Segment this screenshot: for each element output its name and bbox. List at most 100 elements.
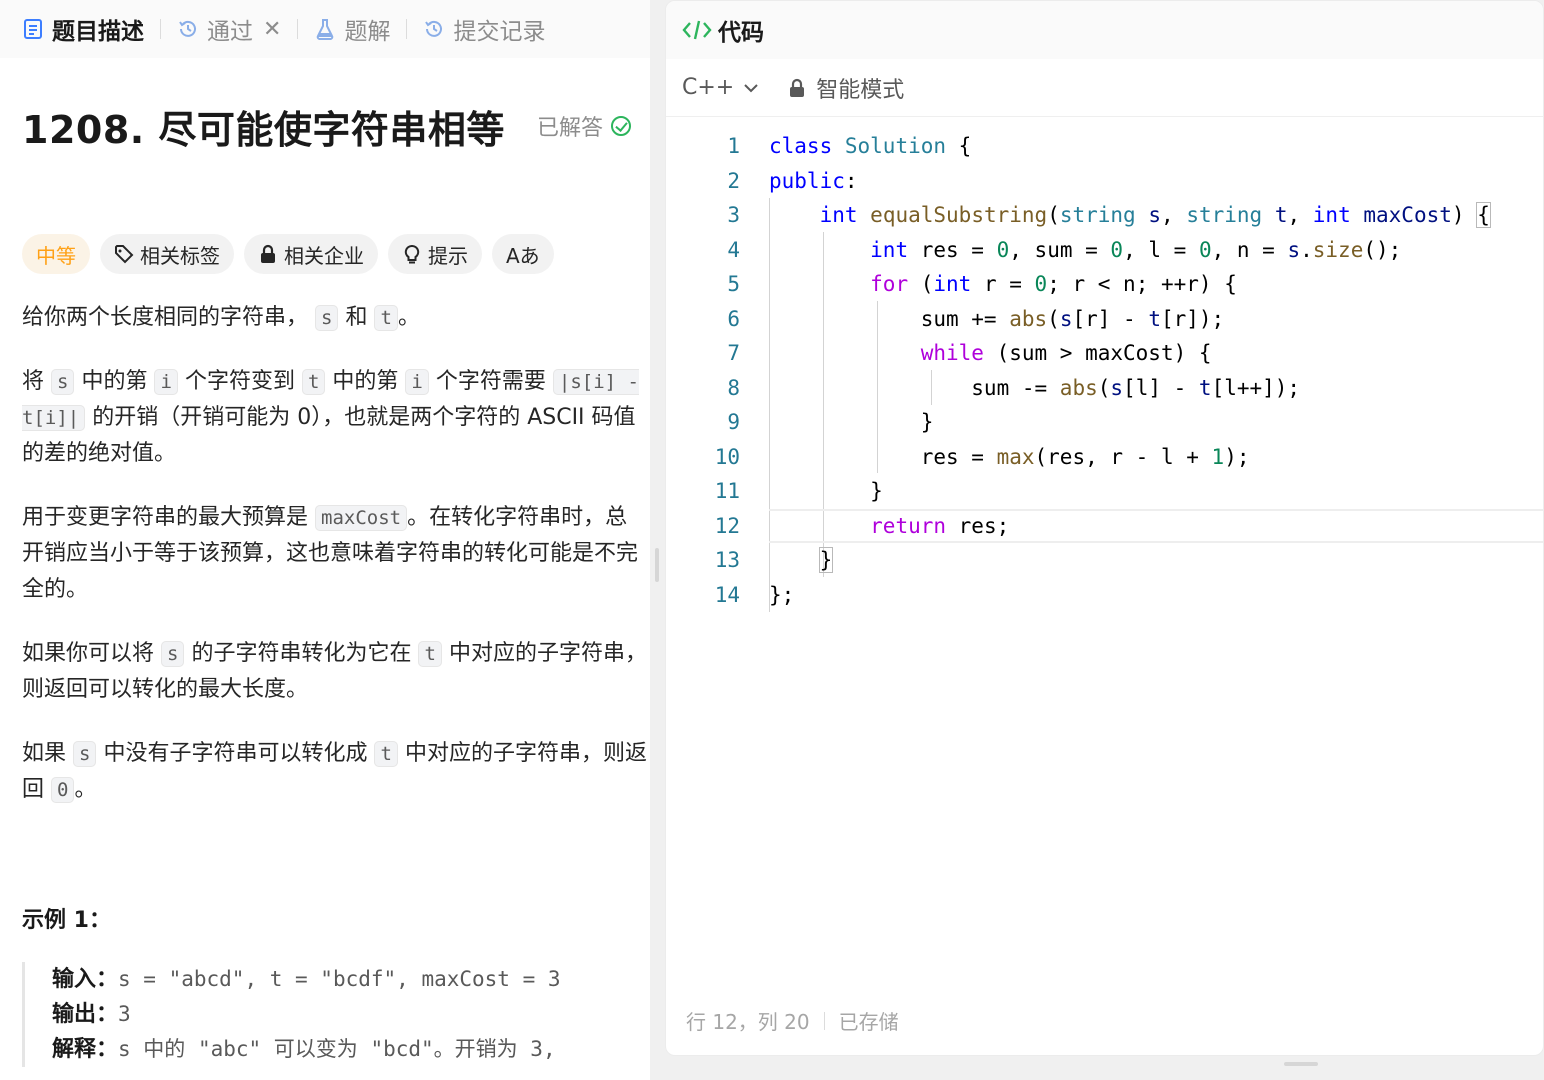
line-number: 12 (714, 513, 740, 538)
line-number: 13 (714, 548, 740, 572)
code-text: public: (769, 168, 858, 193)
code-panel-title: 代码 (718, 20, 764, 46)
line-number: 9 (727, 410, 740, 434)
chevron-down-icon (744, 83, 758, 92)
difficulty-badge: 中等 (22, 234, 90, 274)
language-select[interactable]: C++ (682, 75, 760, 100)
language-label: C++ (682, 75, 735, 100)
desc-text: 将 (22, 369, 45, 394)
tab-accepted-label: 通过 (207, 19, 253, 45)
code-text: res = max(res, r - l + 1); (769, 444, 1250, 469)
desc-text: 的子字符串转化为它在 (191, 641, 412, 666)
inline-code: t (374, 741, 398, 767)
tab-submissions[interactable]: 提交记录 (417, 0, 551, 58)
inline-code: t (301, 369, 326, 395)
inline-code: t (374, 305, 398, 331)
desc-text: 中没有子字符串可以转化成 (103, 741, 368, 766)
inline-code: maxCost (315, 505, 408, 531)
line-number: 6 (727, 306, 740, 331)
example-explain-row: 解释：s 中的 "abc" 可以变为 "bcd"。开销为 3, (52, 1032, 648, 1067)
lightbulb-icon (404, 244, 420, 264)
status-separator (823, 1011, 825, 1030)
code-line: 1 class Solution { (666, 129, 1543, 164)
code-text: int res = 0, sum = 0, l = 0, n = s.size(… (870, 237, 1402, 262)
line-number: 3 (727, 203, 740, 227)
desc-text: 用于变更字符串的最大预算是 (22, 505, 309, 530)
line-number: 7 (727, 341, 740, 365)
inline-code: s (161, 641, 185, 667)
inline-code: i (154, 369, 178, 395)
tag-icon (115, 245, 134, 264)
tab-accepted[interactable]: 通过 ✕ (171, 0, 287, 58)
smart-mode-toggle[interactable]: 智能模式 (788, 72, 904, 104)
tag-bar: 中等 相关标签 相关企业 提示 Aあ (22, 234, 554, 274)
problem-tabbar: 题目描述 通过 ✕ 题解 提交记录 (0, 0, 650, 58)
desc-paragraph-5: 如果 s 中没有子字符串可以转化成 t 中对应的子字符串，则返回 0。 (22, 736, 648, 808)
code-text: } (818, 547, 834, 573)
code-panel-header: 代码 (666, 1, 1543, 59)
desc-paragraph-1: 给你两个长度相同的字符串， s 和 t。 (22, 300, 648, 336)
code-line: 14}; (666, 578, 1543, 613)
desc-text: 给你两个长度相同的字符串， (22, 305, 309, 330)
desc-text: 和 (345, 305, 368, 330)
code-line: 8 sum -= abs(s[l] - t[l++]); (666, 371, 1543, 406)
inline-code: 0 (51, 777, 75, 803)
hint-button[interactable]: 提示 (388, 234, 482, 274)
desc-paragraph-3: 用于变更字符串的最大预算是 maxCost 。在转化字符串时，总开销应当小于等于该… (22, 500, 648, 608)
desc-text: 个字符变到 (184, 369, 295, 394)
code-text: int equalSubstring(string s, string t, i… (819, 202, 1491, 228)
tab-description[interactable]: 题目描述 (16, 0, 150, 58)
panel-resize-handle[interactable] (1284, 1062, 1318, 1066)
inline-code: s (51, 369, 75, 395)
code-line-current: 12 return res; (666, 508, 1543, 544)
code-text: sum -= abs(s[l] - t[l++]); (769, 375, 1301, 400)
desc-text: 中的第 (332, 369, 399, 394)
desc-text: 。 (74, 777, 97, 802)
desc-text: 。 (397, 305, 420, 330)
app-root: 题目描述 通过 ✕ 题解 提交记录 1208. 尽可能使字符串相等 已解答 中等… (0, 0, 1544, 1080)
close-icon[interactable]: ✕ (263, 17, 281, 42)
desc-text: 如果你可以将 (22, 641, 155, 666)
code-panel: 代码 C++ 智能模式 1 class Solution { 2 public: 3… (665, 0, 1544, 1056)
code-line: 7 while (sum > maxCost) { (666, 336, 1543, 371)
line-number: 11 (714, 479, 740, 503)
page-title[interactable]: 1208. 尽可能使字符串相等 (22, 99, 505, 154)
example-block: 输入：s = "abcd", t = "bcdf", maxCost = 3 输… (22, 962, 648, 1067)
example-input-value: s = "abcd", t = "bcdf", maxCost = 3 (118, 967, 561, 991)
pane-resize-handle[interactable] (655, 548, 659, 582)
document-icon (24, 19, 42, 39)
example-input-label: 输入： (52, 967, 119, 992)
code-text: return res; (870, 513, 1010, 538)
code-text: }; (769, 582, 795, 607)
line-number: 8 (727, 375, 740, 400)
related-tags-label: 相关标签 (140, 243, 220, 268)
desc-text: 如果 (22, 741, 67, 766)
lock-icon (790, 78, 805, 97)
code-text: for (int r = 0; r < n; ++r) { (870, 272, 1237, 296)
related-tags-button[interactable]: 相关标签 (100, 234, 234, 274)
code-text: class Solution { (769, 134, 972, 158)
editor-status-bar: 行 12，列 20 已存储 (686, 1006, 899, 1035)
code-line: 13 } (666, 543, 1543, 578)
desc-text: 个字符需要 (435, 369, 546, 394)
solved-label: 已解答 (536, 116, 603, 141)
inline-code: i (405, 369, 429, 395)
lock-icon (261, 244, 275, 263)
related-companies-button[interactable]: 相关企业 (244, 234, 378, 274)
tab-solutions[interactable]: 题解 (308, 0, 396, 58)
code-editor[interactable]: 1 class Solution { 2 public: 3 int equalSu… (666, 129, 1543, 629)
flask-icon (317, 19, 334, 40)
desc-paragraph-2: 将 s 中的第 i 个字符变到 t 中的第 i 个字符需要 |s[i] - t[… (22, 364, 648, 472)
translate-icon[interactable]: Aあ (492, 234, 554, 274)
example-explain-label: 解释： (52, 1037, 119, 1062)
tab-submissions-label: 提交记录 (453, 19, 546, 45)
code-line: 2 public: (666, 164, 1543, 199)
line-number: 2 (727, 168, 740, 193)
line-number: 5 (727, 272, 740, 296)
code-icon (682, 20, 712, 40)
code-line: 10 res = max(res, r - l + 1); (666, 440, 1543, 475)
cursor-position: 行 12，列 20 (686, 1010, 810, 1034)
smart-mode-label: 智能模式 (816, 77, 905, 103)
desc-text: 中的第 (81, 369, 148, 394)
inline-code: s (315, 305, 339, 331)
